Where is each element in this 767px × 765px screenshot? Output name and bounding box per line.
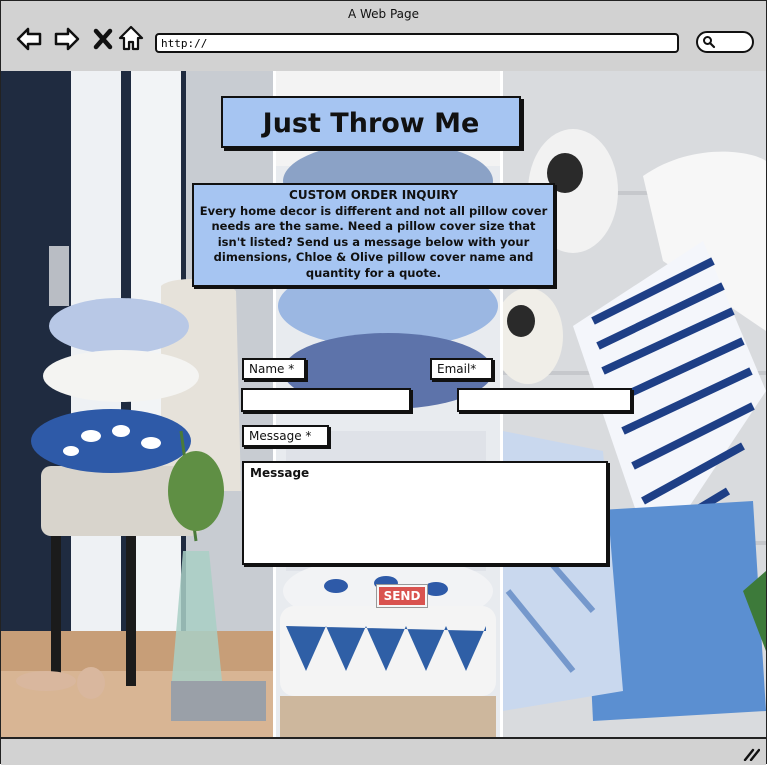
resize-grip-icon[interactable] [742,747,760,761]
back-arrow-icon[interactable] [15,25,43,53]
home-icon[interactable] [117,24,145,52]
site-title: Just Throw Me [221,96,521,148]
inquiry-body: Every home decor is different and not al… [199,203,548,280]
status-bar [1,737,766,765]
email-label: Email* [430,358,493,380]
send-button[interactable]: SEND [377,585,427,607]
message-field[interactable] [242,461,608,565]
name-label: Name * [242,358,306,380]
inquiry-box: CUSTOM ORDER INQUIRY Every home decor is… [192,183,555,287]
name-field[interactable] [241,388,411,412]
message-label: Message * [242,425,329,447]
close-x-icon[interactable] [89,25,117,53]
photo-chair-pillows [1,71,273,737]
inquiry-heading: CUSTOM ORDER INQUIRY [289,188,458,202]
url-bar[interactable]: http:// [155,33,679,53]
forward-arrow-icon[interactable] [53,25,81,53]
window-title: A Web Page [347,7,420,21]
search-field[interactable] [696,31,754,53]
email-field[interactable] [457,388,632,412]
search-icon [703,36,716,49]
